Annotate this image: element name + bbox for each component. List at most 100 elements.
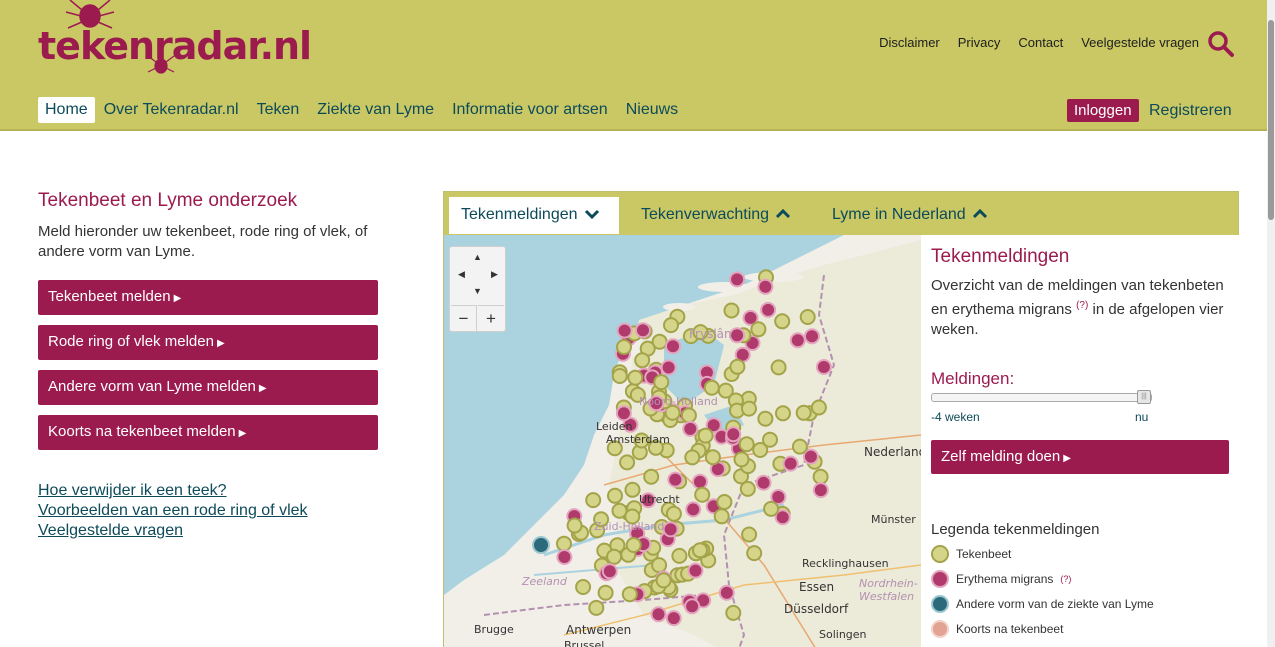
login-button[interactable]: Inloggen [1067,99,1139,122]
tekenbeet-marker[interactable] [774,313,791,330]
tekenbeet-marker[interactable] [763,500,780,517]
tekenbeet-marker[interactable] [791,438,808,455]
erythema-marker[interactable] [729,271,746,288]
tekenbeet-marker[interactable] [556,535,572,552]
search-icon[interactable] [1207,30,1235,58]
tekenbeet-marker[interactable] [625,537,642,553]
weeks-slider-track[interactable] [931,393,1152,402]
tekenbeet-marker[interactable] [812,468,829,485]
register-link[interactable]: Registreren [1149,102,1232,120]
tekenbeet-marker[interactable] [684,449,701,466]
erythema-marker[interactable] [616,322,633,339]
nav-over[interactable]: Over Tekenradar.nl [95,97,248,123]
tekenbeet-marker[interactable] [663,317,679,334]
erythema-marker[interactable] [601,563,618,580]
weeks-slider-handle[interactable]: ||| [1137,390,1151,404]
erythema-marker[interactable] [665,338,681,355]
tekenbeet-marker[interactable] [619,454,636,471]
tekenbeet-marker[interactable] [606,548,623,565]
erythema-marker[interactable] [667,471,684,488]
contact-link[interactable]: Contact [1018,35,1063,50]
andere-vorm-marker[interactable] [532,536,550,554]
erythema-marker[interactable] [556,549,573,565]
erythema-marker[interactable] [812,482,829,499]
pan-down-icon[interactable]: ▼ [473,286,482,296]
erythema-marker[interactable] [682,420,699,437]
erythema-marker[interactable] [804,328,820,345]
tekenbeet-marker[interactable] [694,486,711,503]
tekenbeet-marker[interactable] [733,451,750,468]
erythema-marker[interactable] [635,322,651,339]
erythema-marker[interactable] [729,327,746,344]
koorts-melden-button[interactable]: Koorts na tekenbeet melden ▶ [38,415,378,450]
nav-nieuws[interactable]: Nieuws [617,97,687,123]
erythema-marker[interactable] [718,584,735,601]
tekenbeet-marker[interactable] [611,368,628,384]
tekenbeet-marker[interactable] [643,468,660,485]
tekenbeet-marker[interactable] [741,526,758,543]
nav-home[interactable]: Home [38,97,95,123]
erythema-marker[interactable] [650,606,667,623]
erythema-marker[interactable] [760,301,777,318]
pan-up-icon[interactable]: ▲ [473,252,482,262]
tekenbeet-marker[interactable] [575,579,592,595]
tekenbeet-marker[interactable] [750,321,767,338]
help-tooltip-icon[interactable]: (?) [1060,574,1071,584]
erythema-marker[interactable] [615,405,632,422]
tekenbeet-marker[interactable] [588,599,605,616]
tekenbeet-marker[interactable] [757,410,774,427]
tab-tekenverwachting[interactable]: Tekenverwachting [629,197,803,234]
privacy-link[interactable]: Privacy [958,35,1001,50]
tekenbeet-marker[interactable] [762,431,778,448]
site-logo[interactable]: tekenradar.nl [38,0,312,80]
erythema-marker[interactable] [684,598,701,615]
nav-lyme[interactable]: Ziekte van Lyme [308,97,443,123]
tekenbeet-marker[interactable] [704,449,721,466]
erythema-marker[interactable] [665,610,682,627]
tekenbeet-marker[interactable] [741,400,757,417]
page-scrollbar[interactable] [1267,0,1275,647]
tekenbeet-melden-button[interactable]: Tekenbeet melden ▶ [38,280,378,315]
tekenbeet-marker[interactable] [716,494,733,510]
tekenbeet-marker[interactable] [655,572,672,589]
tekenbeet-marker[interactable] [651,557,668,574]
tekenbeet-marker[interactable] [607,487,623,504]
pan-right-icon[interactable]: ▶ [491,269,498,280]
link-voorbeelden-ring[interactable]: Voorbeelden van een rode ring of vlek [38,501,308,521]
tekenbeet-marker[interactable] [597,584,614,601]
andere-vorm-melden-button[interactable]: Andere vorm van Lyme melden ▶ [38,370,378,405]
rode-ring-melden-button[interactable]: Rode ring of vlek melden ▶ [38,325,378,360]
erythema-marker[interactable] [662,521,679,538]
tekenbeet-marker[interactable] [770,359,787,376]
erythema-marker[interactable] [687,562,704,579]
scrollbar-thumb[interactable] [1268,20,1274,220]
tekenbeet-marker[interactable] [746,545,763,562]
faq-link[interactable]: Veelgestelde vragen [1081,35,1199,50]
nav-teken[interactable]: Teken [248,97,309,123]
zoom-out-button[interactable]: − [451,305,477,331]
erythema-marker[interactable] [725,426,742,443]
erythema-marker[interactable] [755,474,772,491]
tekenbeet-marker[interactable] [697,427,714,444]
zelf-melding-button[interactable]: Zelf melding doen ▶ [931,440,1229,474]
erythema-marker[interactable] [782,455,799,472]
tekenbeet-marker[interactable] [621,586,638,603]
disclaimer-link[interactable]: Disclaimer [879,35,940,50]
tekenbeet-marker[interactable] [799,309,816,325]
tekenbeet-marker[interactable] [665,505,682,522]
tekenbeet-marker[interactable] [585,492,602,509]
nav-artsen[interactable]: Informatie voor artsen [443,97,617,123]
tekenbeet-marker[interactable] [671,547,688,564]
help-tooltip-icon[interactable]: (?) [1076,300,1088,311]
erythema-marker[interactable] [692,473,708,490]
tekenbeet-marker[interactable] [627,369,644,386]
tekenbeet-marker[interactable] [692,542,708,559]
tekenbeet-marker[interactable] [566,517,583,534]
tekenbeet-marker[interactable] [738,436,755,453]
tekenbeet-marker[interactable] [634,352,651,369]
map-view[interactable]: Fryslân Noord-Holland Leiden Amsterdam U… [444,235,921,647]
link-verwijder-teek[interactable]: Hoe verwijder ik een teek? [38,481,308,501]
tekenbeet-marker[interactable] [810,399,827,416]
erythema-marker[interactable] [815,359,832,375]
tekenbeet-marker[interactable] [653,374,670,391]
